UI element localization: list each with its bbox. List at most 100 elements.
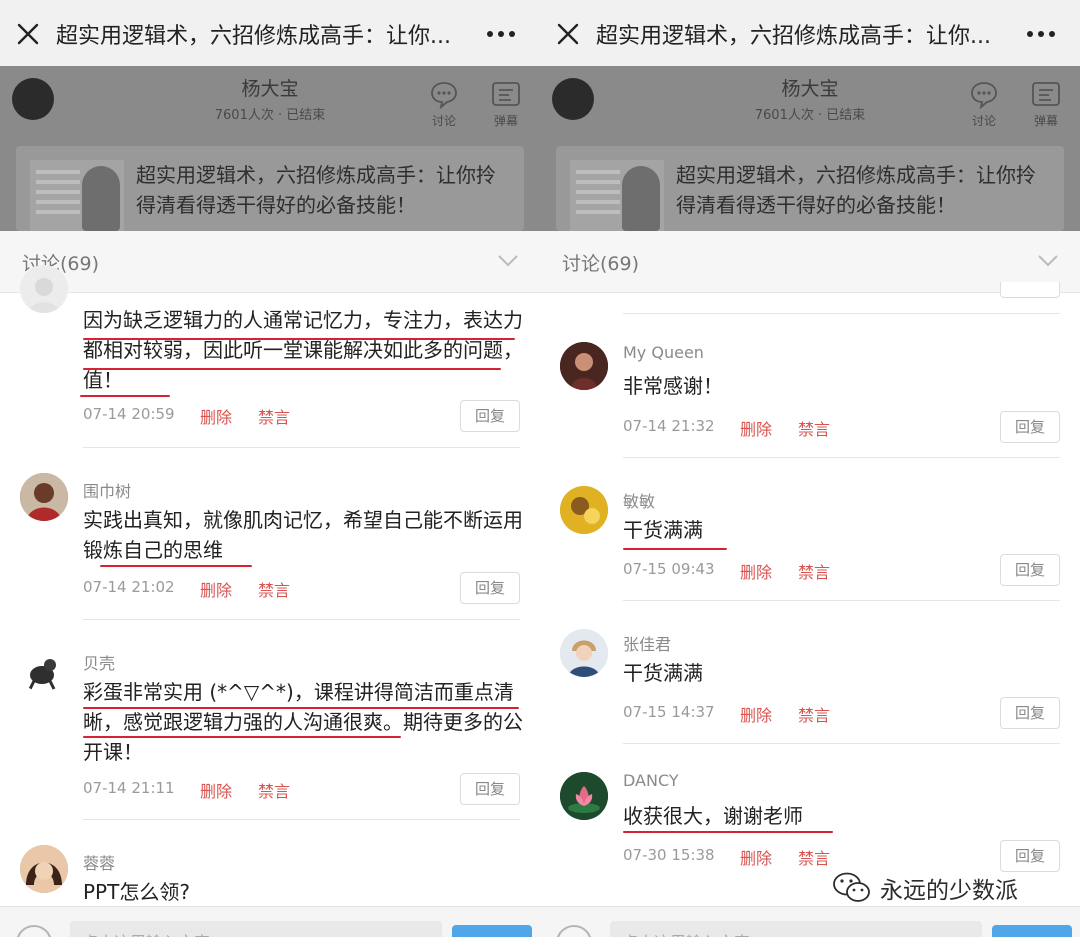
danmu-icon [492,82,520,106]
comment-text: 因为缺乏逻辑力的人通常记忆力，专注力，表达力都相对较弱，因此听一堂课能解决如此多… [83,308,523,392]
mute-button[interactable]: 禁言 [258,577,290,601]
commenter-name: 敏敏 [623,492,656,511]
chat-bubble-icon [971,82,997,110]
mute-button[interactable]: 禁言 [258,778,290,802]
more-icon[interactable] [486,30,516,38]
commenter-name: 蓉蓉 [83,854,116,873]
input-bar: 点击这里输入文字 [540,906,1080,937]
commenter-name: My Queen [623,343,704,362]
comment-text: 彩蛋非常实用 (*^▽^*)，课程讲得简洁而重点清晰，感觉跟逻辑力强的人沟通很爽… [83,680,523,764]
commenter-name: 贝壳 [83,654,116,673]
reply-button[interactable]: 回复 [1000,697,1060,729]
live-header: 杨大宝 7601人次 · 已结束 讨论 弹幕 超实用逻辑术，六招修炼成高手：让你… [0,66,540,231]
comment-time: 07-30 15:38 [623,846,715,864]
highlight-underline [83,736,401,738]
comment-time: 07-14 20:59 [83,405,175,423]
avatar[interactable] [560,772,608,820]
danmu-icon [1032,82,1060,106]
input-bar: 点击这里输入文字 [0,906,540,937]
divider [623,600,1060,601]
divider [83,619,520,620]
course-thumbnail [570,160,664,231]
discuss-button-label: 讨论 [971,114,996,128]
delete-button[interactable]: 删除 [200,778,232,802]
comment-time: 07-15 14:37 [623,703,715,721]
danmu-button[interactable]: 弹幕 [486,80,526,130]
divider [83,447,520,448]
highlight-underline [100,565,252,567]
more-icon[interactable] [1026,30,1056,38]
comment-input[interactable]: 点击这里输入文字 [610,921,982,937]
commenter-name: DANCY [623,771,679,790]
page-title: 超实用逻辑术，六招修炼成高手：让你... [56,24,451,49]
avatar[interactable] [20,845,68,893]
reply-button[interactable]: 回复 [460,400,520,432]
close-icon[interactable] [16,22,40,46]
delete-button[interactable]: 删除 [200,577,232,601]
avatar[interactable] [20,265,68,313]
page-title: 超实用逻辑术，六招修炼成高手：让你... [596,24,991,49]
reply-button[interactable]: 回复 [1000,411,1060,443]
comment-text: 干货满满 [623,518,703,542]
delete-button[interactable]: 删除 [740,845,772,869]
mute-button[interactable]: 禁言 [798,416,830,440]
commenter-name: 张佳君 [623,635,672,654]
reply-button[interactable]: 回复 [460,773,520,805]
chevron-down-icon[interactable] [498,255,518,267]
divider [623,313,1060,314]
course-card[interactable]: 超实用逻辑术，六招修炼成高手：让你拎得清看得透干得好的必备技能！ [16,146,524,231]
mute-button[interactable]: 禁言 [258,404,290,428]
comment-input[interactable]: 点击这里输入文字 [70,921,442,937]
chevron-down-icon[interactable] [1038,255,1058,267]
highlight-underline [83,338,515,340]
title-bar: 超实用逻辑术，六招修炼成高手：让你... [0,0,540,66]
avatar[interactable] [560,629,608,677]
mute-button[interactable]: 禁言 [798,702,830,726]
course-title: 超实用逻辑术，六招修炼成高手：让你拎得清看得透干得好的必备技能！ [676,163,1036,217]
danmu-button[interactable]: 弹幕 [1026,80,1066,130]
comment-time: 07-14 21:11 [83,779,175,797]
delete-button[interactable]: 删除 [740,702,772,726]
comment-text: 非常感谢！ [623,374,723,398]
highlight-underline [623,831,833,833]
discussion-bar[interactable]: 讨论(69) [0,231,540,293]
reply-button[interactable]: 回复 [1000,554,1060,586]
comment-text: 实践出真知，就像肌肉记忆，希望自己能不断运用锻炼自己的思维 [83,508,523,562]
discuss-button[interactable]: 讨论 [964,80,1004,130]
reply-button[interactable]: 回复 [460,572,520,604]
mute-button[interactable]: 禁言 [798,559,830,583]
delete-button[interactable]: 删除 [200,404,232,428]
discuss-button[interactable]: 讨论 [424,80,464,130]
send-button[interactable] [992,925,1072,937]
delete-button[interactable]: 删除 [740,416,772,440]
danmu-button-label: 弹幕 [1033,114,1058,128]
title-bar: 超实用逻辑术，六招修炼成高手：让你... [540,0,1080,66]
wechat-icon [833,872,870,902]
avatar[interactable] [20,645,68,693]
avatar[interactable] [560,486,608,534]
course-card[interactable]: 超实用逻辑术，六招修炼成高手：让你拎得清看得透干得好的必备技能！ [556,146,1064,231]
reply-button[interactable] [1000,282,1060,298]
divider [623,457,1060,458]
highlight-underline [83,368,501,370]
send-button[interactable] [452,925,532,937]
delete-button[interactable]: 删除 [740,559,772,583]
close-icon[interactable] [556,22,580,46]
watermark-text: 永远的少数派 [880,878,1018,904]
voice-icon[interactable] [16,925,52,937]
avatar[interactable] [20,473,68,521]
course-thumbnail [30,160,124,231]
highlight-underline [83,707,519,709]
comment-time: 07-15 09:43 [623,560,715,578]
divider [83,819,520,820]
comment-text: 干货满满 [623,661,703,685]
voice-icon[interactable] [556,925,592,937]
discuss-button-label: 讨论 [431,114,456,128]
discussion-bar[interactable]: 讨论(69) [540,231,1080,293]
avatar[interactable] [560,342,608,390]
screens: 超实用逻辑术，六招修炼成高手：让你... 杨大宝 7601人次 · 已结束 讨论 [0,0,1080,937]
mute-button[interactable]: 禁言 [798,845,830,869]
highlight-underline [623,548,727,550]
danmu-button-label: 弹幕 [493,114,518,128]
comment-text: 收获很大，谢谢老师 [623,804,803,828]
